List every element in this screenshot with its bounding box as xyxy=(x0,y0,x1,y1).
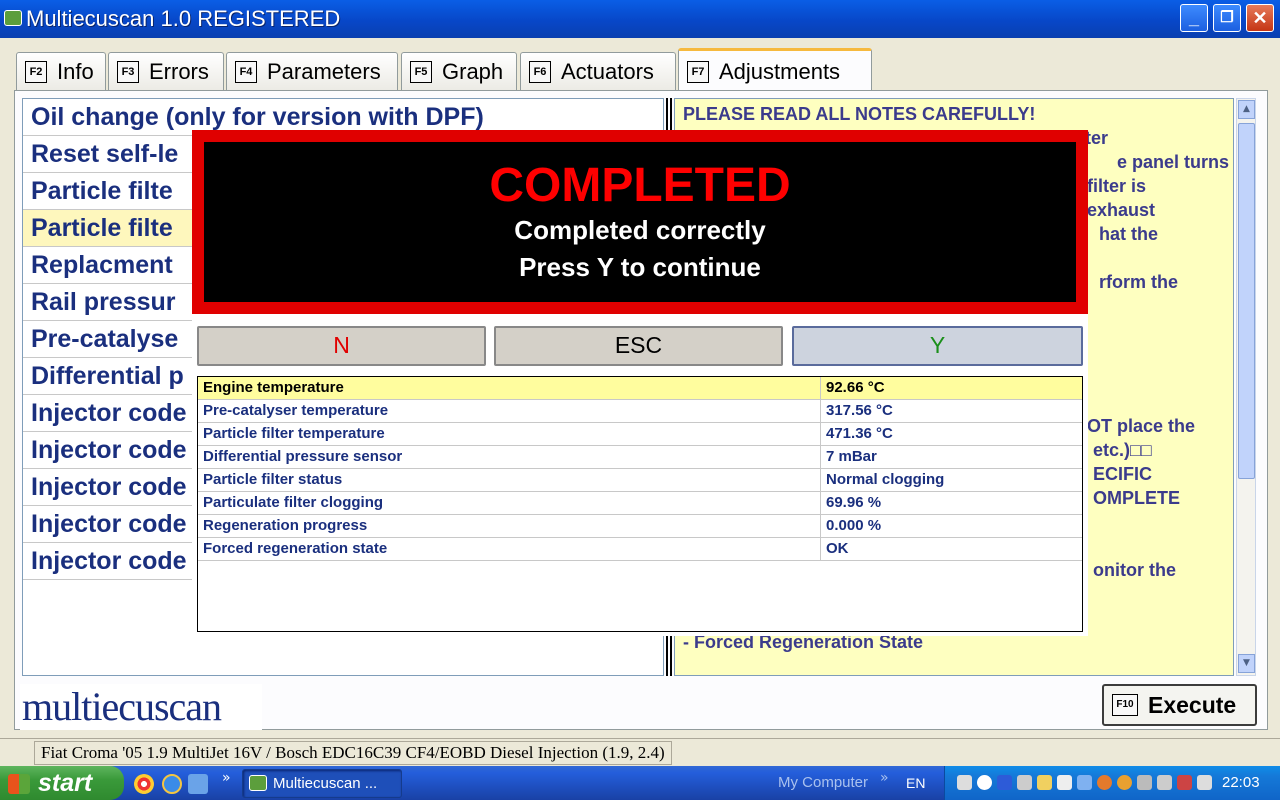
execute-label: Execute xyxy=(1148,691,1237,718)
taskbar-item-label: Multiecuscan ... xyxy=(273,775,378,792)
close-button[interactable]: ✕ xyxy=(1246,4,1274,32)
f2-key-icon: F2 xyxy=(25,60,47,83)
volume-icon[interactable] xyxy=(1197,775,1212,790)
table-row: Differential pressure sensor 7 mBar xyxy=(198,446,1082,469)
tab-label: Errors xyxy=(149,58,209,84)
table-row: Regeneration progress 0.000 % xyxy=(198,515,1082,538)
param-name: Engine temperature xyxy=(203,379,344,396)
table-row: Particle filter temperature 471.36 °C xyxy=(198,423,1082,446)
f10-key-icon: F10 xyxy=(1112,694,1138,716)
tab-parameters[interactable]: F4 Parameters xyxy=(226,52,398,90)
notes-heading: PLEASE READ ALL NOTES CAREFULLY! xyxy=(683,104,1036,124)
tab-adjustments[interactable]: F7 Adjustments xyxy=(678,48,872,92)
taskbar-item-multiecuscan[interactable]: Multiecuscan ... xyxy=(242,769,402,798)
tab-label: Parameters xyxy=(267,58,381,84)
n-button[interactable]: N xyxy=(197,326,486,366)
tray-icon[interactable] xyxy=(1017,775,1032,790)
param-name: Particulate filter clogging xyxy=(203,494,384,511)
tray-icon[interactable] xyxy=(1177,775,1192,790)
app-icon xyxy=(249,775,267,791)
param-name: Regeneration progress xyxy=(203,517,368,534)
clock: 22:03 xyxy=(1222,774,1260,791)
scroll-down-icon[interactable]: ▼ xyxy=(1238,654,1255,673)
param-value: 92.66 °C xyxy=(820,377,1082,399)
language-indicator[interactable]: EN xyxy=(906,775,925,791)
status-panel: COMPLETED Completed correctly Press Y to… xyxy=(204,142,1076,302)
f6-key-icon: F6 xyxy=(529,60,551,83)
tab-label: Info xyxy=(57,58,94,84)
table-row: Particle filter status Normal clogging xyxy=(198,469,1082,492)
tray-icon[interactable] xyxy=(1057,775,1072,790)
y-button[interactable]: Y xyxy=(792,326,1083,366)
quicklaunch-chevron-icon[interactable]: » xyxy=(222,770,231,786)
network-icon[interactable] xyxy=(1157,775,1172,790)
bluetooth-icon[interactable] xyxy=(997,775,1012,790)
tab-graph[interactable]: F5 Graph xyxy=(401,52,517,90)
completion-dialog: COMPLETED Completed correctly Press Y to… xyxy=(192,130,1088,636)
notes-scrollbar[interactable]: ▲ ▼ xyxy=(1236,98,1256,676)
table-row: Particulate filter clogging 69.96 % xyxy=(198,492,1082,515)
explorer-icon[interactable] xyxy=(188,774,208,794)
f5-key-icon: F5 xyxy=(410,60,432,83)
status-title: COMPLETED xyxy=(489,159,791,212)
param-value: OK xyxy=(820,538,1082,560)
execute-button[interactable]: F10 Execute xyxy=(1102,684,1257,726)
parameters-table: Engine temperature 92.66 °C Pre-catalyser… xyxy=(197,376,1083,632)
tab-label: Graph xyxy=(442,58,504,84)
title-bar: Multiecuscan 1.0 REGISTERED _ ❐ ✕ xyxy=(0,0,1280,38)
param-name: Particle filter status xyxy=(203,471,343,488)
window-title: Multiecuscan 1.0 REGISTERED xyxy=(26,6,341,31)
scroll-up-icon[interactable]: ▲ xyxy=(1238,100,1255,119)
param-value: Normal clogging xyxy=(820,469,1082,491)
param-value: 317.56 °C xyxy=(820,400,1082,422)
tray-icon[interactable] xyxy=(1137,775,1152,790)
tray-icon[interactable] xyxy=(957,775,972,790)
tab-label: Actuators xyxy=(561,58,654,84)
toolbar-chevron-icon[interactable]: » xyxy=(880,770,889,786)
param-value: 471.36 °C xyxy=(820,423,1082,445)
tray-icon[interactable] xyxy=(1097,775,1112,790)
tray-icon[interactable] xyxy=(1117,775,1132,790)
my-computer-toolbar[interactable]: My Computer xyxy=(778,774,868,791)
multiecuscan-logo: multiecuscan xyxy=(20,684,262,730)
param-name: Differential pressure sensor xyxy=(203,448,403,465)
tab-info[interactable]: F2 Info xyxy=(16,52,106,90)
status-message: Completed correctly xyxy=(514,215,766,245)
status-bar: Fiat Croma '05 1.9 MultiJet 16V / Bosch … xyxy=(0,738,1280,766)
vehicle-status: Fiat Croma '05 1.9 MultiJet 16V / Bosch … xyxy=(34,741,672,765)
scrollbar-thumb[interactable] xyxy=(1238,123,1255,479)
param-value: 7 mBar xyxy=(820,446,1082,468)
param-name: Pre-catalyser temperature xyxy=(203,402,389,419)
esc-button[interactable]: ESC xyxy=(494,326,783,366)
f4-key-icon: F4 xyxy=(235,60,257,83)
table-row: Engine temperature 92.66 °C xyxy=(198,377,1082,400)
minimize-button[interactable]: _ xyxy=(1180,4,1208,32)
param-name: Particle filter temperature xyxy=(203,425,385,442)
status-frame: COMPLETED Completed correctly Press Y to… xyxy=(192,130,1088,314)
start-label: start xyxy=(38,769,93,797)
status-instruction: Press Y to continue xyxy=(519,252,761,282)
param-name: Forced regeneration state xyxy=(203,540,388,557)
restore-button[interactable]: ❐ xyxy=(1213,4,1241,32)
f7-key-icon: F7 xyxy=(687,60,709,83)
dialog-buttons: N ESC Y xyxy=(192,320,1088,370)
table-row: Pre-catalyser temperature 317.56 °C xyxy=(198,400,1082,423)
tab-label: Adjustments xyxy=(719,58,841,84)
taskbar: start » Multiecuscan ... My Computer » E… xyxy=(0,766,1280,800)
f3-key-icon: F3 xyxy=(117,60,139,83)
windows-flag-icon xyxy=(8,774,30,794)
tab-actuators[interactable]: F6 Actuators xyxy=(520,52,676,90)
tab-errors[interactable]: F3 Errors xyxy=(108,52,224,90)
param-value: 0.000 % xyxy=(820,515,1082,537)
tray-icon[interactable] xyxy=(1077,775,1092,790)
internet-explorer-icon[interactable] xyxy=(162,774,182,794)
table-row: Forced regeneration state OK xyxy=(198,538,1082,561)
app-icon xyxy=(4,10,22,26)
tray-icon[interactable] xyxy=(977,775,992,790)
param-value: 69.96 % xyxy=(820,492,1082,514)
start-button[interactable]: start xyxy=(0,766,124,800)
chrome-icon[interactable] xyxy=(134,774,154,794)
tray-icon[interactable] xyxy=(1037,775,1052,790)
